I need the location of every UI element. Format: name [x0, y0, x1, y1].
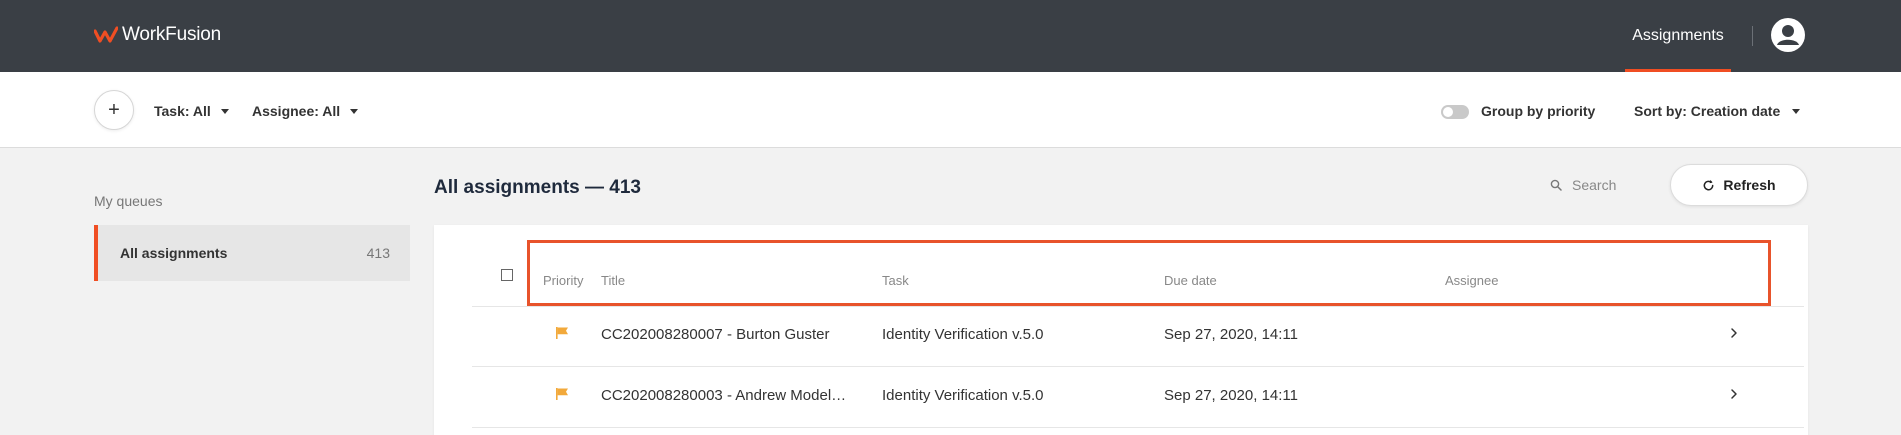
sort-label: Sort by: Creation date: [1634, 103, 1781, 119]
row-divider: [472, 306, 1804, 307]
row-title: CC202008280007 - Burton Guster: [601, 326, 830, 343]
column-header-due-date[interactable]: Due date: [1164, 273, 1217, 288]
queue-name: All assignments: [120, 245, 228, 261]
row-due-date: Sep 27, 2020, 14:11: [1164, 387, 1299, 404]
assignee-filter-label: Assignee: All: [252, 103, 341, 119]
top-header: WorkFusion Assignments: [0, 0, 1901, 72]
search-icon: [1550, 179, 1562, 191]
nav-assignments[interactable]: Assignments: [1625, 0, 1731, 72]
task-filter-dropdown[interactable]: Task: All: [154, 103, 229, 119]
column-header-priority[interactable]: Priority: [543, 273, 583, 288]
workfusion-logo-icon: [94, 26, 118, 43]
row-title: CC202008280003 - Andrew Model…: [601, 387, 847, 404]
page-title: All assignments — 413: [434, 177, 641, 198]
assignee-filter-dropdown[interactable]: Assignee: All: [252, 103, 359, 119]
assignments-table: Priority Title Task Due date Assignee CC…: [434, 225, 1808, 435]
toggle-knob: [1443, 107, 1453, 117]
nav-divider: [1752, 26, 1753, 46]
select-all-checkbox[interactable]: [501, 269, 513, 281]
refresh-button[interactable]: Refresh: [1670, 164, 1808, 206]
task-filter-label: Task: All: [154, 103, 211, 119]
search-box[interactable]: Search: [1550, 177, 1616, 193]
caret-down-icon: [220, 108, 229, 114]
group-by-priority-toggle[interactable]: [1441, 105, 1469, 119]
column-header-task[interactable]: Task: [882, 273, 909, 288]
brand-name: WorkFusion: [122, 24, 222, 45]
row-due-date: Sep 27, 2020, 14:11: [1164, 326, 1299, 343]
caret-down-icon: [1792, 108, 1801, 114]
refresh-icon: [1704, 179, 1714, 190]
user-account-icon[interactable]: [1770, 17, 1806, 53]
chevron-right-icon[interactable]: [1729, 327, 1739, 339]
row-divider: [472, 427, 1804, 428]
refresh-label: Refresh: [1723, 177, 1776, 193]
column-header-assignee[interactable]: Assignee: [1445, 273, 1498, 288]
row-task: Identity Verification v.5.0: [882, 387, 1044, 404]
search-placeholder: Search: [1572, 177, 1617, 193]
sort-dropdown[interactable]: Sort by: Creation date: [1634, 103, 1801, 119]
my-queues-heading: My queues: [94, 193, 163, 209]
row-task: Identity Verification v.5.0: [882, 326, 1044, 343]
flag-icon: [556, 327, 568, 339]
brand-logo[interactable]: WorkFusion: [94, 23, 221, 47]
chevron-right-icon[interactable]: [1729, 388, 1739, 400]
flag-icon: [556, 388, 568, 400]
add-button[interactable]: +: [94, 90, 134, 130]
group-by-priority-label: Group by priority: [1481, 103, 1596, 119]
filter-toolbar: + Task: All Assignee: All Group by prior…: [0, 72, 1901, 148]
caret-down-icon: [350, 108, 359, 114]
column-header-title[interactable]: Title: [601, 273, 625, 288]
queue-item-all-assignments[interactable]: All assignments 413: [94, 225, 410, 281]
row-divider: [472, 366, 1804, 367]
queue-count: 413: [366, 245, 390, 261]
